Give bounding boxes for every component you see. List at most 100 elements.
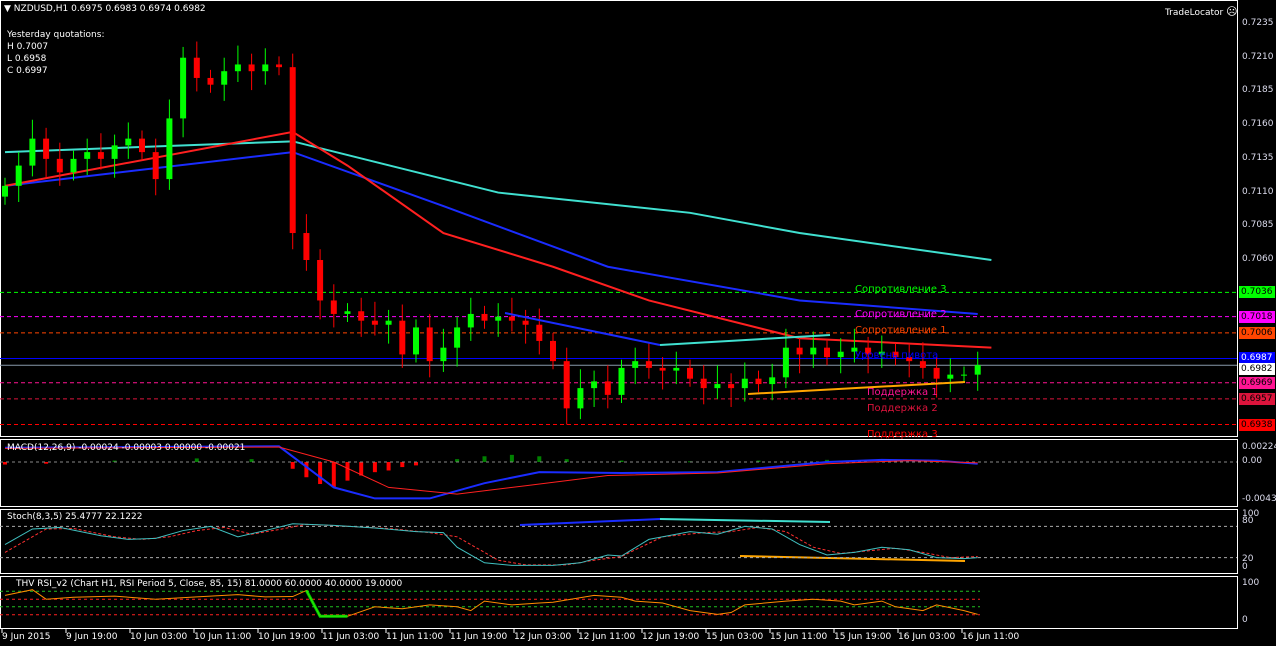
current-price-tag: 0.6982: [1239, 363, 1275, 376]
macd-histogram-bar: [414, 462, 418, 466]
level-price-tag: 0.6957: [1239, 392, 1275, 405]
candle-up: [70, 158, 77, 173]
stoch-trendline-orange[interactable]: [739, 555, 966, 562]
price-tick: 0.7210: [1242, 51, 1274, 62]
macd-label: MACD(12,26,9) -0.00024 -0.00003 0.00000 …: [7, 443, 246, 453]
time-label: 12 Jun 03:00: [514, 632, 572, 642]
candle-down: [687, 367, 693, 379]
candle-up: [454, 327, 461, 348]
yesterday-close: C 0.6997: [7, 66, 48, 76]
macd-histogram-bar: [304, 462, 309, 478]
candle-down: [522, 320, 529, 325]
macd-histogram-bar: [331, 462, 336, 488]
time-label: 12 Jun 19:00: [642, 632, 700, 642]
candle-up: [344, 311, 351, 314]
chart-canvas[interactable]: [0, 0, 1276, 646]
time-label: 11 Jun 19:00: [450, 632, 508, 642]
macd-main-line: [4, 445, 978, 500]
candle-up: [2, 185, 8, 197]
macd-histogram-bar: [537, 456, 542, 462]
stoch-label: Stoch(8,3,5) 25.4777 22.1222: [7, 512, 143, 522]
time-label: 11 Jun 03:00: [322, 632, 380, 642]
symbol-header[interactable]: ▼ NZDUSD,H1 0.6975 0.6983 0.6974 0.6982: [4, 4, 206, 15]
price-tick: 0.7085: [1242, 220, 1274, 231]
ohlc-values: 0.6975 0.6983 0.6974 0.6982: [71, 4, 206, 14]
level-label: Поддержка 3: [867, 428, 938, 440]
candle-up: [84, 152, 91, 159]
level-price-tag: 0.7018: [1239, 310, 1275, 323]
trendline-blue[interactable]: [504, 312, 661, 346]
candle-down: [604, 381, 611, 395]
stoch-trendline-blue[interactable]: [519, 518, 661, 526]
yesterday-title: Yesterday quotations:: [7, 30, 105, 40]
candle-up: [125, 138, 132, 146]
stoch-main-line: [4, 523, 978, 566]
macd-tick: 0.00: [1242, 456, 1263, 466]
candle-up: [180, 57, 187, 119]
macd-histogram-bar: [386, 462, 391, 471]
level-label: Сопротивление 2: [855, 308, 947, 320]
candle-down: [481, 313, 488, 321]
candle-up: [741, 378, 748, 389]
rsi-label: THV RSI_v2 (Chart H1, RSI Period 5, Clos…: [16, 579, 403, 589]
candle-up: [440, 347, 447, 362]
macd-histogram-bar: [194, 458, 199, 462]
macd-tick: -0.00437: [1242, 494, 1276, 504]
candle-up: [673, 367, 680, 371]
candle-up: [947, 374, 954, 379]
macd-histogram-bar: [372, 462, 377, 473]
rsi-signal-highlight: [305, 589, 348, 618]
time-label: 15 Jun 03:00: [706, 632, 764, 642]
candle-down: [43, 138, 50, 159]
dropdown-triangle-icon[interactable]: ▼: [4, 4, 11, 14]
candle-down: [933, 367, 940, 379]
stoch-tick: 80: [1242, 516, 1254, 526]
candle-up: [29, 138, 36, 166]
candle-up: [385, 320, 392, 325]
level-label: Сопротивление 1: [855, 324, 947, 336]
sad-face-icon: ☹: [1226, 5, 1238, 18]
candle-up: [632, 361, 639, 368]
level-label: Сопротивление 3: [855, 284, 947, 296]
time-label: 16 Jun 03:00: [898, 632, 956, 642]
candle-down: [289, 67, 296, 234]
time-label: 10 Jun 11:00: [194, 632, 252, 642]
candle-down: [563, 361, 570, 409]
candle-up: [769, 377, 776, 385]
candle-up: [495, 316, 502, 321]
trendline-cyan[interactable]: [659, 334, 831, 346]
candle-down: [755, 378, 762, 385]
candle-up: [413, 327, 419, 355]
candle-down: [139, 138, 145, 153]
candle-down: [659, 367, 666, 371]
price-tick: 0.7185: [1242, 85, 1274, 96]
stoch-panel-frame: [0, 509, 1238, 574]
time-label: 11 Jun 11:00: [386, 632, 444, 642]
candle-down: [728, 384, 735, 389]
candle-down: [645, 361, 652, 368]
rsi-tick: 0: [1242, 615, 1248, 625]
candle-down: [550, 340, 556, 362]
level-label: Поддержка 2: [867, 402, 938, 414]
rsi-line: [4, 589, 978, 617]
candle-up: [262, 64, 269, 72]
candle-up: [961, 374, 967, 376]
level-price-tag: 0.6938: [1239, 418, 1275, 431]
candle-up: [974, 365, 981, 375]
candle-down: [193, 57, 200, 78]
macd-histogram-bar: [400, 462, 405, 468]
time-label: 9 Jun 19:00: [66, 632, 118, 642]
time-label: 15 Jun 11:00: [770, 632, 828, 642]
macd-histogram-bar: [345, 462, 350, 481]
candle-up: [467, 313, 474, 328]
level-label: Поддержка 1: [867, 386, 938, 398]
price-tick: 0.7160: [1242, 119, 1274, 130]
stoch-trendline-cyan[interactable]: [659, 518, 831, 523]
level-price-tag: 0.7006: [1239, 326, 1275, 339]
price-tick: 0.7060: [1242, 254, 1274, 264]
time-label: 10 Jun 03:00: [130, 632, 188, 642]
candle-up: [810, 347, 817, 355]
macd-histogram-bar: [482, 456, 487, 462]
candle-down: [152, 152, 159, 180]
candle-up: [221, 71, 228, 85]
